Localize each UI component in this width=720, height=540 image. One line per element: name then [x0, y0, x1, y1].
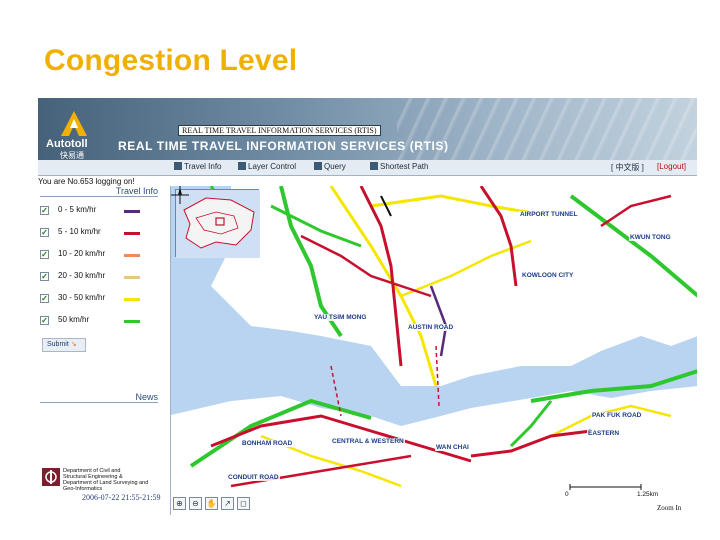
logo-chinese-name: 快易通 — [60, 151, 84, 160]
submit-label: Submit — [47, 341, 69, 348]
banner-tagline: REAL TIME TRAVEL INFORMATION SERVICES (R… — [178, 125, 381, 136]
legend-checkbox[interactable]: ✓ — [40, 316, 49, 325]
query-icon — [314, 162, 322, 170]
map-label-austin-road: AUSTIN ROAD — [407, 324, 455, 331]
identify-tool-icon[interactable]: ↗ — [221, 497, 234, 510]
query-label: Query — [324, 162, 346, 171]
map-label-central-western: CENTRAL & WESTERN — [331, 438, 405, 445]
shortest-path-label: Shortest Path — [380, 162, 429, 171]
news-header: News — [40, 392, 158, 403]
legend-row[interactable]: ✓ 0 - 5 km/hr — [40, 204, 158, 218]
legend-row[interactable]: ✓ 30 - 50 km/hr — [40, 292, 158, 306]
legend-swatch — [124, 232, 140, 235]
language-link[interactable]: [ 中文版 ] — [611, 162, 644, 173]
legend-label: 30 - 50 km/hr — [58, 293, 106, 302]
map-label-wan-chai: WAN CHAI — [435, 444, 470, 451]
travel-info-label: Travel Info — [184, 162, 222, 171]
legend-label: 5 - 10 km/hr — [58, 227, 101, 236]
north-arrow-icon — [171, 186, 189, 204]
info-icon — [174, 162, 182, 170]
map-label-pak-fuk-road: PAK FUK ROAD — [591, 412, 643, 419]
zoom-in-tool-icon[interactable]: ⊕ — [173, 497, 186, 510]
legend-label: 0 - 5 km/hr — [58, 205, 97, 214]
login-message: You are No.653 logging on! — [38, 177, 135, 186]
legend-row[interactable]: ✓ 50 km/hr — [40, 314, 158, 328]
map-label-kowloon-city: KOWLOON CITY — [521, 272, 575, 279]
legend-row[interactable]: ✓ 5 - 10 km/hr — [40, 226, 158, 240]
legend-checkbox[interactable]: ✓ — [40, 228, 49, 237]
legend-swatch — [124, 320, 140, 323]
scale-end-label: 1.25km — [637, 491, 659, 498]
path-icon — [370, 162, 378, 170]
university-logo-icon — [42, 468, 60, 486]
legend-swatch — [124, 210, 140, 213]
legend-swatch — [124, 298, 140, 301]
data-timestamp: 2006-07-22 21:55-21:59 — [82, 493, 161, 502]
legend-row[interactable]: ✓ 10 - 20 km/hr — [40, 248, 158, 262]
slide-title: Congestion Level — [44, 44, 298, 77]
layer-control-label: Layer Control — [248, 162, 297, 171]
map-label-kwun-tong: KWUN TONG — [629, 234, 672, 241]
left-panel: Travel Info ✓ 0 - 5 km/hr ✓ 5 - 10 km/hr… — [38, 186, 166, 515]
map-label-airport-tunnel: AIRPORT TUNNEL — [519, 211, 579, 218]
arrow-icon: ↘ — [70, 341, 77, 348]
main-toolbar: Travel Info Layer Control Query Shortest… — [38, 160, 697, 176]
autotoll-logo-icon — [61, 111, 87, 136]
scale-start-label: 0 — [565, 491, 569, 498]
legend-checkbox[interactable]: ✓ — [40, 272, 49, 281]
pan-hand-icon[interactable]: ✋ — [205, 497, 218, 510]
legend-row[interactable]: ✓ 20 - 30 km/hr — [40, 270, 158, 284]
full-extent-icon[interactable]: ◻ — [237, 497, 250, 510]
traffic-map[interactable]: AIRPORT TUNNEL KWUN TONG KOWLOON CITY YA… — [170, 186, 697, 515]
app-title: REAL TIME TRAVEL INFORMATION SERVICES (R… — [118, 139, 449, 153]
department-credit: Department of Civil and Structural Engin… — [63, 468, 149, 492]
legend-checkbox[interactable]: ✓ — [40, 206, 49, 215]
legend-label: 20 - 30 km/hr — [58, 271, 106, 280]
rtis-window: Autotoll 快易通 REAL TIME TRAVEL INFORMATIO… — [38, 98, 697, 515]
map-label-yau-tsim-mong: YAU TSIM MONG — [313, 314, 368, 321]
header-banner: Autotoll 快易通 REAL TIME TRAVEL INFORMATIO… — [38, 98, 697, 160]
zoom-out-tool-icon[interactable]: ⊖ — [189, 497, 202, 510]
logout-link[interactable]: [Logout] — [657, 162, 686, 171]
legend-checkbox[interactable]: ✓ — [40, 294, 49, 303]
legend-swatch — [124, 254, 140, 257]
legend-label: 50 km/hr — [58, 315, 90, 324]
query-tool[interactable]: Query — [314, 162, 346, 171]
legend-label: 10 - 20 km/hr — [58, 249, 106, 258]
map-label-eastern: EASTERN — [587, 430, 621, 437]
submit-button[interactable]: Submit ↘ — [42, 338, 86, 352]
logo-name: Autotoll — [46, 138, 88, 150]
travel-info-tool[interactable]: Travel Info — [174, 162, 222, 171]
map-label-bonham-road: BONHAM ROAD — [241, 440, 294, 447]
shortest-path-tool[interactable]: Shortest Path — [370, 162, 428, 171]
layers-icon — [238, 162, 246, 170]
map-tools-bar: ⊕ ⊖ ✋ ↗ ◻ — [171, 495, 267, 515]
legend-checkbox[interactable]: ✓ — [40, 250, 49, 259]
zoom-mode-label: Zoom In — [657, 504, 682, 512]
travel-info-header: Travel Info — [40, 186, 158, 197]
legend-swatch — [124, 276, 140, 279]
layer-control-tool[interactable]: Layer Control — [238, 162, 296, 171]
map-label-conduit-road: CONDUIT ROAD — [227, 474, 280, 481]
